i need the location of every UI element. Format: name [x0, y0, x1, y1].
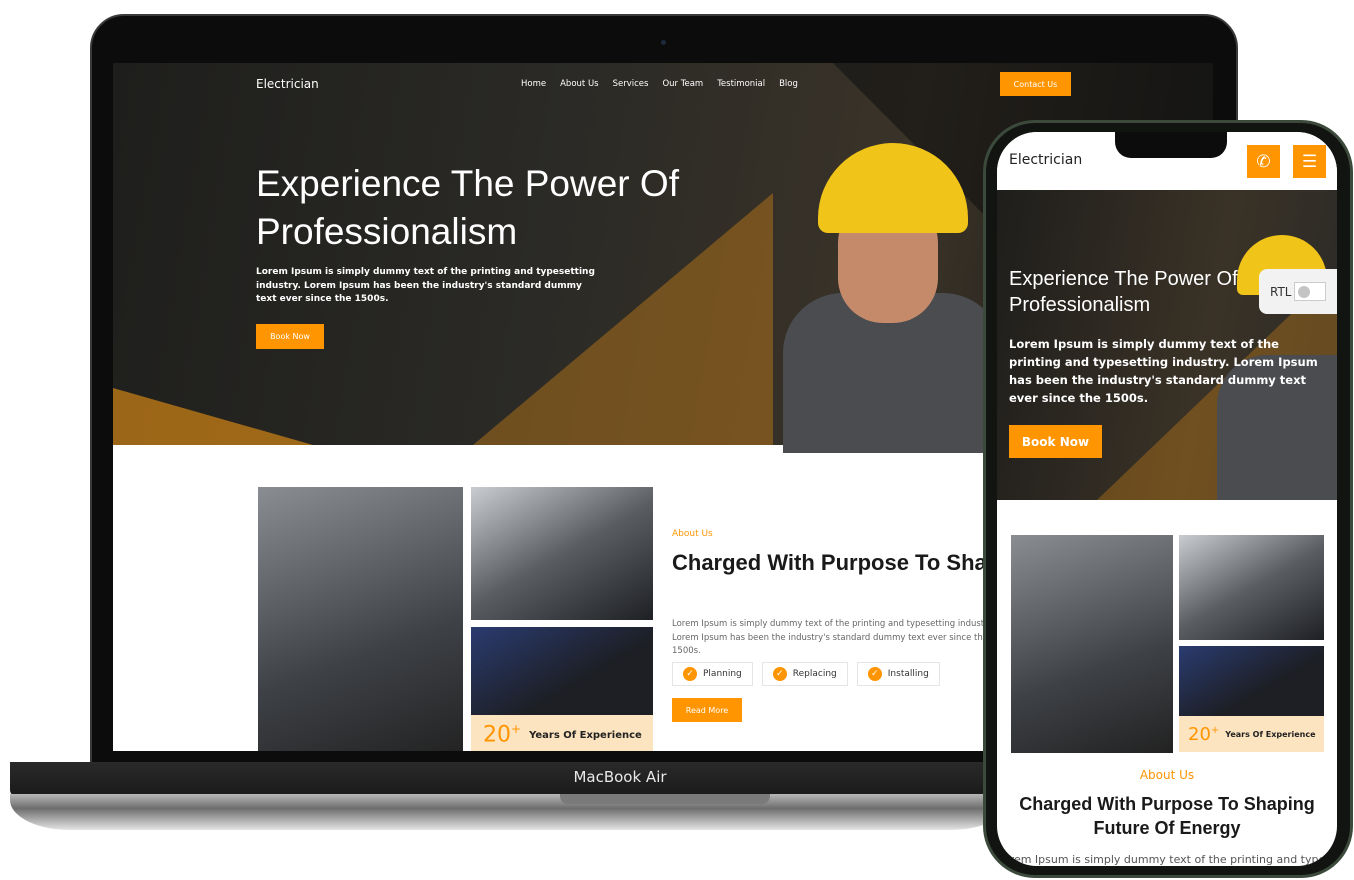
experience-plus: +	[1210, 724, 1220, 736]
feature-list: ✓ Planning ✓ Replacing ✓ Installing	[672, 662, 940, 686]
mobile-about-image-panel	[1011, 535, 1173, 753]
mobile-logo[interactable]: Electrician	[1009, 152, 1082, 168]
feature-label: Replacing	[792, 669, 837, 679]
rtl-label: RTL	[1270, 284, 1292, 299]
nav-about[interactable]: About Us	[560, 79, 598, 89]
feature-label: Installing	[887, 669, 929, 679]
hero-title: Experience The Power Of Professionalism	[256, 163, 679, 252]
rtl-switch[interactable]	[1294, 282, 1327, 301]
read-more-button[interactable]: Read More	[672, 698, 742, 722]
mobile-hero: Experience The Power Of Professionalism …	[997, 190, 1337, 500]
nav-home[interactable]: Home	[521, 79, 546, 89]
mobile-hero-title: Experience The Power Of Professionalism	[1009, 268, 1238, 316]
switch-knob	[1298, 285, 1311, 298]
hero-accent-corner	[113, 388, 313, 445]
site-logo[interactable]: Electrician	[256, 77, 319, 91]
about-text: Lorem Ipsum is simply dummy text of the …	[672, 619, 995, 656]
nav-blog[interactable]: Blog	[779, 79, 798, 89]
experience-value: 20	[483, 722, 511, 748]
experience-plus: +	[511, 722, 522, 737]
phone-icon: ✆	[1256, 151, 1271, 172]
mobile-experience-label: Years Of Experience	[1225, 729, 1316, 739]
mobile-about-tag: About Us	[1139, 768, 1195, 782]
phone-notch	[1115, 132, 1227, 158]
mobile-experience-number: 20+	[1188, 724, 1219, 745]
experience-badge: 20+ Years Of Experience	[471, 715, 653, 751]
mobile-hero-text: Lorem Ipsum is simply dummy text of the …	[1009, 337, 1318, 405]
mobile-about-title: Charged With Purpose To Shaping Future O…	[1019, 794, 1315, 838]
nav-testimonial[interactable]: Testimonial	[717, 79, 765, 89]
feature-label: Planning	[703, 669, 742, 679]
nav-team[interactable]: Our Team	[662, 79, 703, 89]
about-tag: About Us	[672, 529, 713, 539]
experience-value: 20	[1188, 723, 1211, 745]
laptop-camera	[661, 40, 666, 45]
experience-label: Years Of Experience	[529, 729, 642, 741]
feature-replacing: ✓ Replacing	[761, 662, 848, 686]
check-icon: ✓	[683, 667, 697, 681]
laptop-foot	[10, 794, 1010, 830]
about-image-tools	[471, 627, 653, 717]
nav-services[interactable]: Services	[613, 79, 649, 89]
phone-screen: Experience The Power Of Professionalism …	[997, 132, 1337, 866]
worker-image	[763, 143, 1013, 453]
hero-text: Lorem Ipsum is simply dummy text of the …	[256, 267, 595, 304]
feature-planning: ✓ Planning	[672, 662, 753, 686]
main-nav: Home About Us Services Our Team Testimon…	[521, 79, 798, 89]
mobile-about-image-worker	[1179, 535, 1324, 640]
laptop-hinge-notch	[560, 794, 770, 804]
mobile-experience-badge: 20+ Years Of Experience	[1179, 716, 1324, 752]
phone-call-button[interactable]: ✆	[1247, 145, 1280, 178]
mobile-about-image-tools	[1179, 646, 1324, 716]
about-image-worker	[471, 487, 653, 620]
check-icon: ✓	[772, 667, 787, 681]
mobile-book-now-button[interactable]: Book Now	[1009, 425, 1102, 458]
experience-number: 20+	[483, 722, 521, 747]
contact-us-button[interactable]: Contact Us	[1000, 72, 1071, 96]
feature-installing: ✓ Installing	[856, 662, 940, 686]
about-image-panel	[258, 487, 463, 751]
rtl-toggle[interactable]: RTL	[1259, 269, 1337, 314]
check-icon: ✓	[867, 667, 882, 681]
book-now-button[interactable]: Book Now	[256, 324, 324, 349]
menu-button[interactable]: ☰	[1293, 145, 1326, 178]
mobile-about-text: Lorem Ipsum is simply dummy text of the …	[997, 853, 1337, 866]
hamburger-menu-icon: ☰	[1301, 151, 1318, 172]
